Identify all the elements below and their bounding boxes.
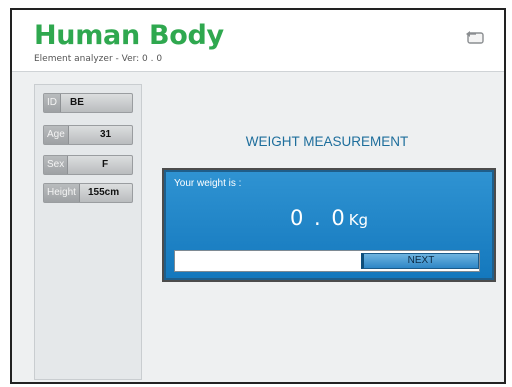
height-value: 155cm [88,187,120,198]
app-window: Human Body Element analyzer - Ver: 0 . 0… [10,8,506,384]
sex-field: Sex F [43,155,133,175]
progress-bar: NEXT [174,250,480,272]
app-subtitle: Element analyzer - Ver: 0 . 0 [34,54,163,64]
height-label: Height [44,184,80,202]
app-title: Human Body [34,20,224,51]
age-field: Age 31 [43,125,133,145]
height-field: Height 155cm [43,183,133,203]
weight-readout: 0 . 0 Kg [166,206,492,230]
weight-panel: Your weight is : 0 . 0 Kg NEXT [164,170,494,280]
measurement-title: WEIGHT MEASUREMENT [245,134,409,149]
weight-label: Your weight is : [174,178,242,189]
weight-value: 0 . 0 [289,206,347,230]
sex-label: Sex [44,156,69,174]
id-value: BE [70,97,84,108]
back-icon [466,31,484,44]
id-field: ID BE [43,93,133,113]
patient-info-panel: ID BE Age 31 Sex F Height 155cm [34,84,142,380]
id-label: ID [44,94,61,112]
back-button[interactable] [464,28,486,46]
header: Human Body Element analyzer - Ver: 0 . 0 [12,10,504,72]
weight-unit: Kg [348,211,369,229]
age-label: Age [44,126,69,144]
next-button[interactable]: NEXT [361,253,479,269]
age-value: 31 [100,129,112,140]
sex-value: F [102,159,109,170]
